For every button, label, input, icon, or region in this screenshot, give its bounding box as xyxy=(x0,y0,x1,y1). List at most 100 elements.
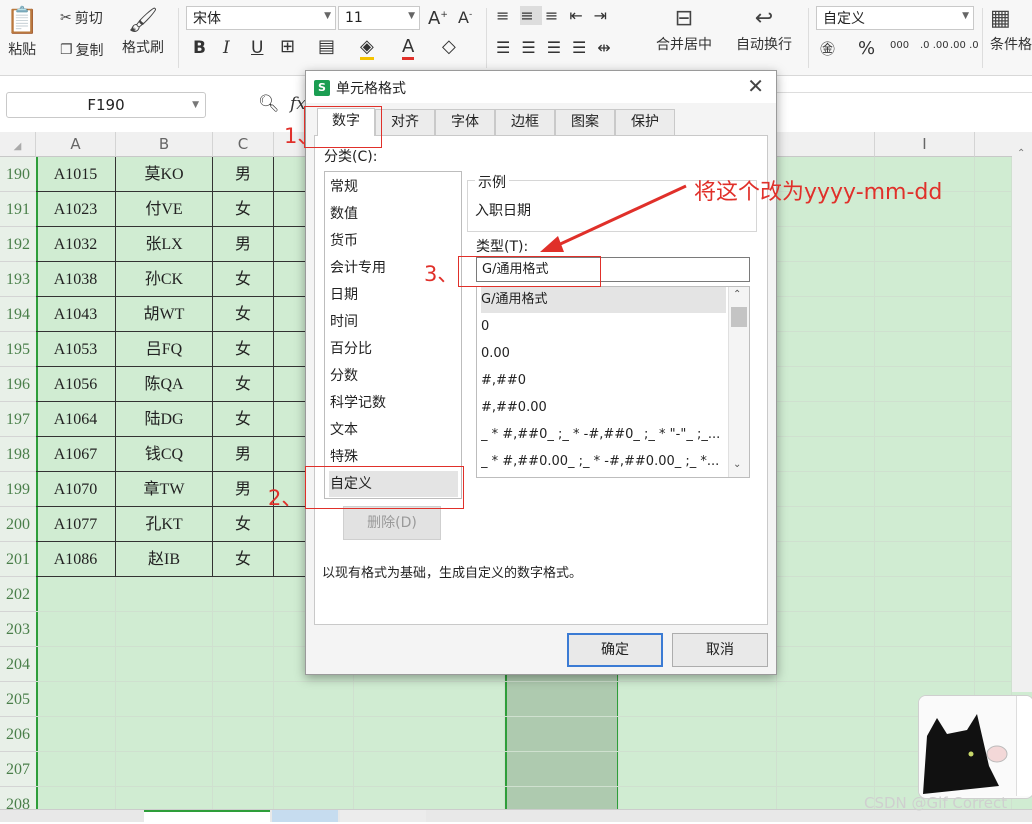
row-header[interactable]: 196 xyxy=(0,367,36,402)
table-cell[interactable] xyxy=(975,227,1012,262)
category-item[interactable]: 分数 xyxy=(329,363,458,389)
decrease-decimal-button[interactable]: .00 .0 xyxy=(950,40,979,51)
table-cell[interactable]: 孙CK xyxy=(116,262,213,297)
table-cell[interactable] xyxy=(875,542,975,577)
table-cell[interactable]: A1053 xyxy=(36,332,116,367)
table-cell[interactable]: 男 xyxy=(213,157,274,192)
table-cell[interactable] xyxy=(975,262,1012,297)
row-header[interactable]: 203 xyxy=(0,612,36,647)
row-header[interactable]: 197 xyxy=(0,402,36,437)
table-cell[interactable]: A1086 xyxy=(36,542,116,577)
row-header[interactable]: 206 xyxy=(0,717,36,752)
table-cell[interactable]: A1038 xyxy=(36,262,116,297)
clear-button[interactable]: ◇ xyxy=(442,36,456,57)
table-cell[interactable]: 女 xyxy=(213,367,274,402)
table-cell[interactable]: 吕FQ xyxy=(116,332,213,367)
table-cell[interactable] xyxy=(975,157,1012,192)
table-cell[interactable] xyxy=(875,647,975,682)
category-item[interactable]: 数值 xyxy=(329,201,458,227)
scroll-thumb[interactable] xyxy=(731,307,747,327)
table-cell[interactable] xyxy=(274,682,354,717)
category-item[interactable]: 货币 xyxy=(329,228,458,254)
table-cell[interactable]: 付VE xyxy=(116,192,213,227)
number-format-select[interactable]: 自定义 ▼ xyxy=(816,6,974,30)
table-cell[interactable] xyxy=(116,682,213,717)
table-cell[interactable] xyxy=(777,647,875,682)
table-cell[interactable]: 张LX xyxy=(116,227,213,262)
table-cell[interactable] xyxy=(975,437,1012,472)
cancel-button[interactable]: 取消 xyxy=(672,633,768,667)
table-cell[interactable]: 胡WT xyxy=(116,297,213,332)
table-cell[interactable]: 男 xyxy=(213,472,274,507)
table-cell[interactable] xyxy=(975,332,1012,367)
table-cell[interactable] xyxy=(875,262,975,297)
column-header-h[interactable] xyxy=(777,132,875,157)
tab-protection[interactable]: 保护 xyxy=(615,109,675,135)
table-cell[interactable] xyxy=(116,752,213,787)
table-cell[interactable] xyxy=(777,472,875,507)
percent-button[interactable]: % xyxy=(858,38,875,59)
row-header[interactable]: 200 xyxy=(0,507,36,542)
row-header[interactable]: 205 xyxy=(0,682,36,717)
row-header[interactable]: 204 xyxy=(0,647,36,682)
table-cell[interactable] xyxy=(975,542,1012,577)
italic-button[interactable]: I xyxy=(223,38,230,58)
table-cell[interactable] xyxy=(505,682,619,717)
table-cell[interactable] xyxy=(505,717,619,752)
table-cell[interactable] xyxy=(274,717,354,752)
delete-format-button[interactable]: 删除(D) xyxy=(343,506,441,540)
table-cell[interactable] xyxy=(777,752,875,787)
select-all-corner[interactable]: ◢ xyxy=(0,132,36,157)
table-cell[interactable] xyxy=(777,437,875,472)
copy-button[interactable]: ❐ 复制 xyxy=(60,40,104,60)
table-cell[interactable]: A1070 xyxy=(36,472,116,507)
paste-button[interactable]: 📋 粘贴 xyxy=(6,6,38,59)
table-cell[interactable] xyxy=(505,752,619,787)
cut-button[interactable]: ✂ 剪切 xyxy=(60,8,103,28)
underline-button[interactable]: U xyxy=(251,38,263,58)
thousands-button[interactable]: 000 xyxy=(890,40,909,51)
tab-font[interactable]: 字体 xyxy=(435,109,495,135)
format-code-item[interactable]: _ * #,##0_ ;_ * -#,##0_ ;_ * "-"_ ;_... xyxy=(481,422,726,448)
format-list-scrollbar[interactable]: ⌃ ⌄ xyxy=(728,287,749,477)
table-cell[interactable]: 章TW xyxy=(116,472,213,507)
table-cell[interactable] xyxy=(975,472,1012,507)
zoom-formula-button[interactable]: 🔍︎ xyxy=(258,94,280,114)
fill-color-button[interactable]: ◈ xyxy=(360,36,374,60)
table-cell[interactable] xyxy=(975,402,1012,437)
table-cell[interactable] xyxy=(975,297,1012,332)
row-header[interactable]: 201 xyxy=(0,542,36,577)
table-cell[interactable] xyxy=(777,227,875,262)
table-cell[interactable] xyxy=(777,612,875,647)
font-color-button[interactable]: A xyxy=(402,36,415,60)
table-cell[interactable] xyxy=(213,752,274,787)
merge-center-button[interactable]: ⊟ 合并居中 xyxy=(656,6,712,54)
table-cell[interactable] xyxy=(619,682,777,717)
table-cell[interactable]: 莫KO xyxy=(116,157,213,192)
table-cell[interactable] xyxy=(36,752,116,787)
name-box[interactable]: F190 ▼ xyxy=(6,92,206,118)
table-cell[interactable]: 女 xyxy=(213,507,274,542)
sheet-tab[interactable] xyxy=(272,810,338,822)
table-cell[interactable] xyxy=(777,332,875,367)
table-cell[interactable]: A1015 xyxy=(36,157,116,192)
wrap-text-button[interactable]: ↩ 自动换行 xyxy=(736,6,792,54)
row-header[interactable]: 195 xyxy=(0,332,36,367)
row-header[interactable]: 190 xyxy=(0,157,36,192)
row-header[interactable]: 207 xyxy=(0,752,36,787)
table-cell[interactable] xyxy=(975,507,1012,542)
table-cell[interactable] xyxy=(213,682,274,717)
grow-font-button[interactable]: A+ xyxy=(428,8,448,29)
format-code-item[interactable]: G/通用格式 xyxy=(481,287,726,313)
table-cell[interactable] xyxy=(619,717,777,752)
tab-pattern[interactable]: 图案 xyxy=(555,109,615,135)
table-cell[interactable] xyxy=(875,367,975,402)
table-cell[interactable]: 女 xyxy=(213,192,274,227)
table-cell[interactable]: 男 xyxy=(213,227,274,262)
table-cell[interactable] xyxy=(36,682,116,717)
table-cell[interactable] xyxy=(213,717,274,752)
sheet-tab[interactable] xyxy=(340,810,426,822)
table-cell[interactable] xyxy=(777,297,875,332)
tab-alignment[interactable]: 对齐 xyxy=(375,109,435,135)
table-cell[interactable] xyxy=(36,647,116,682)
